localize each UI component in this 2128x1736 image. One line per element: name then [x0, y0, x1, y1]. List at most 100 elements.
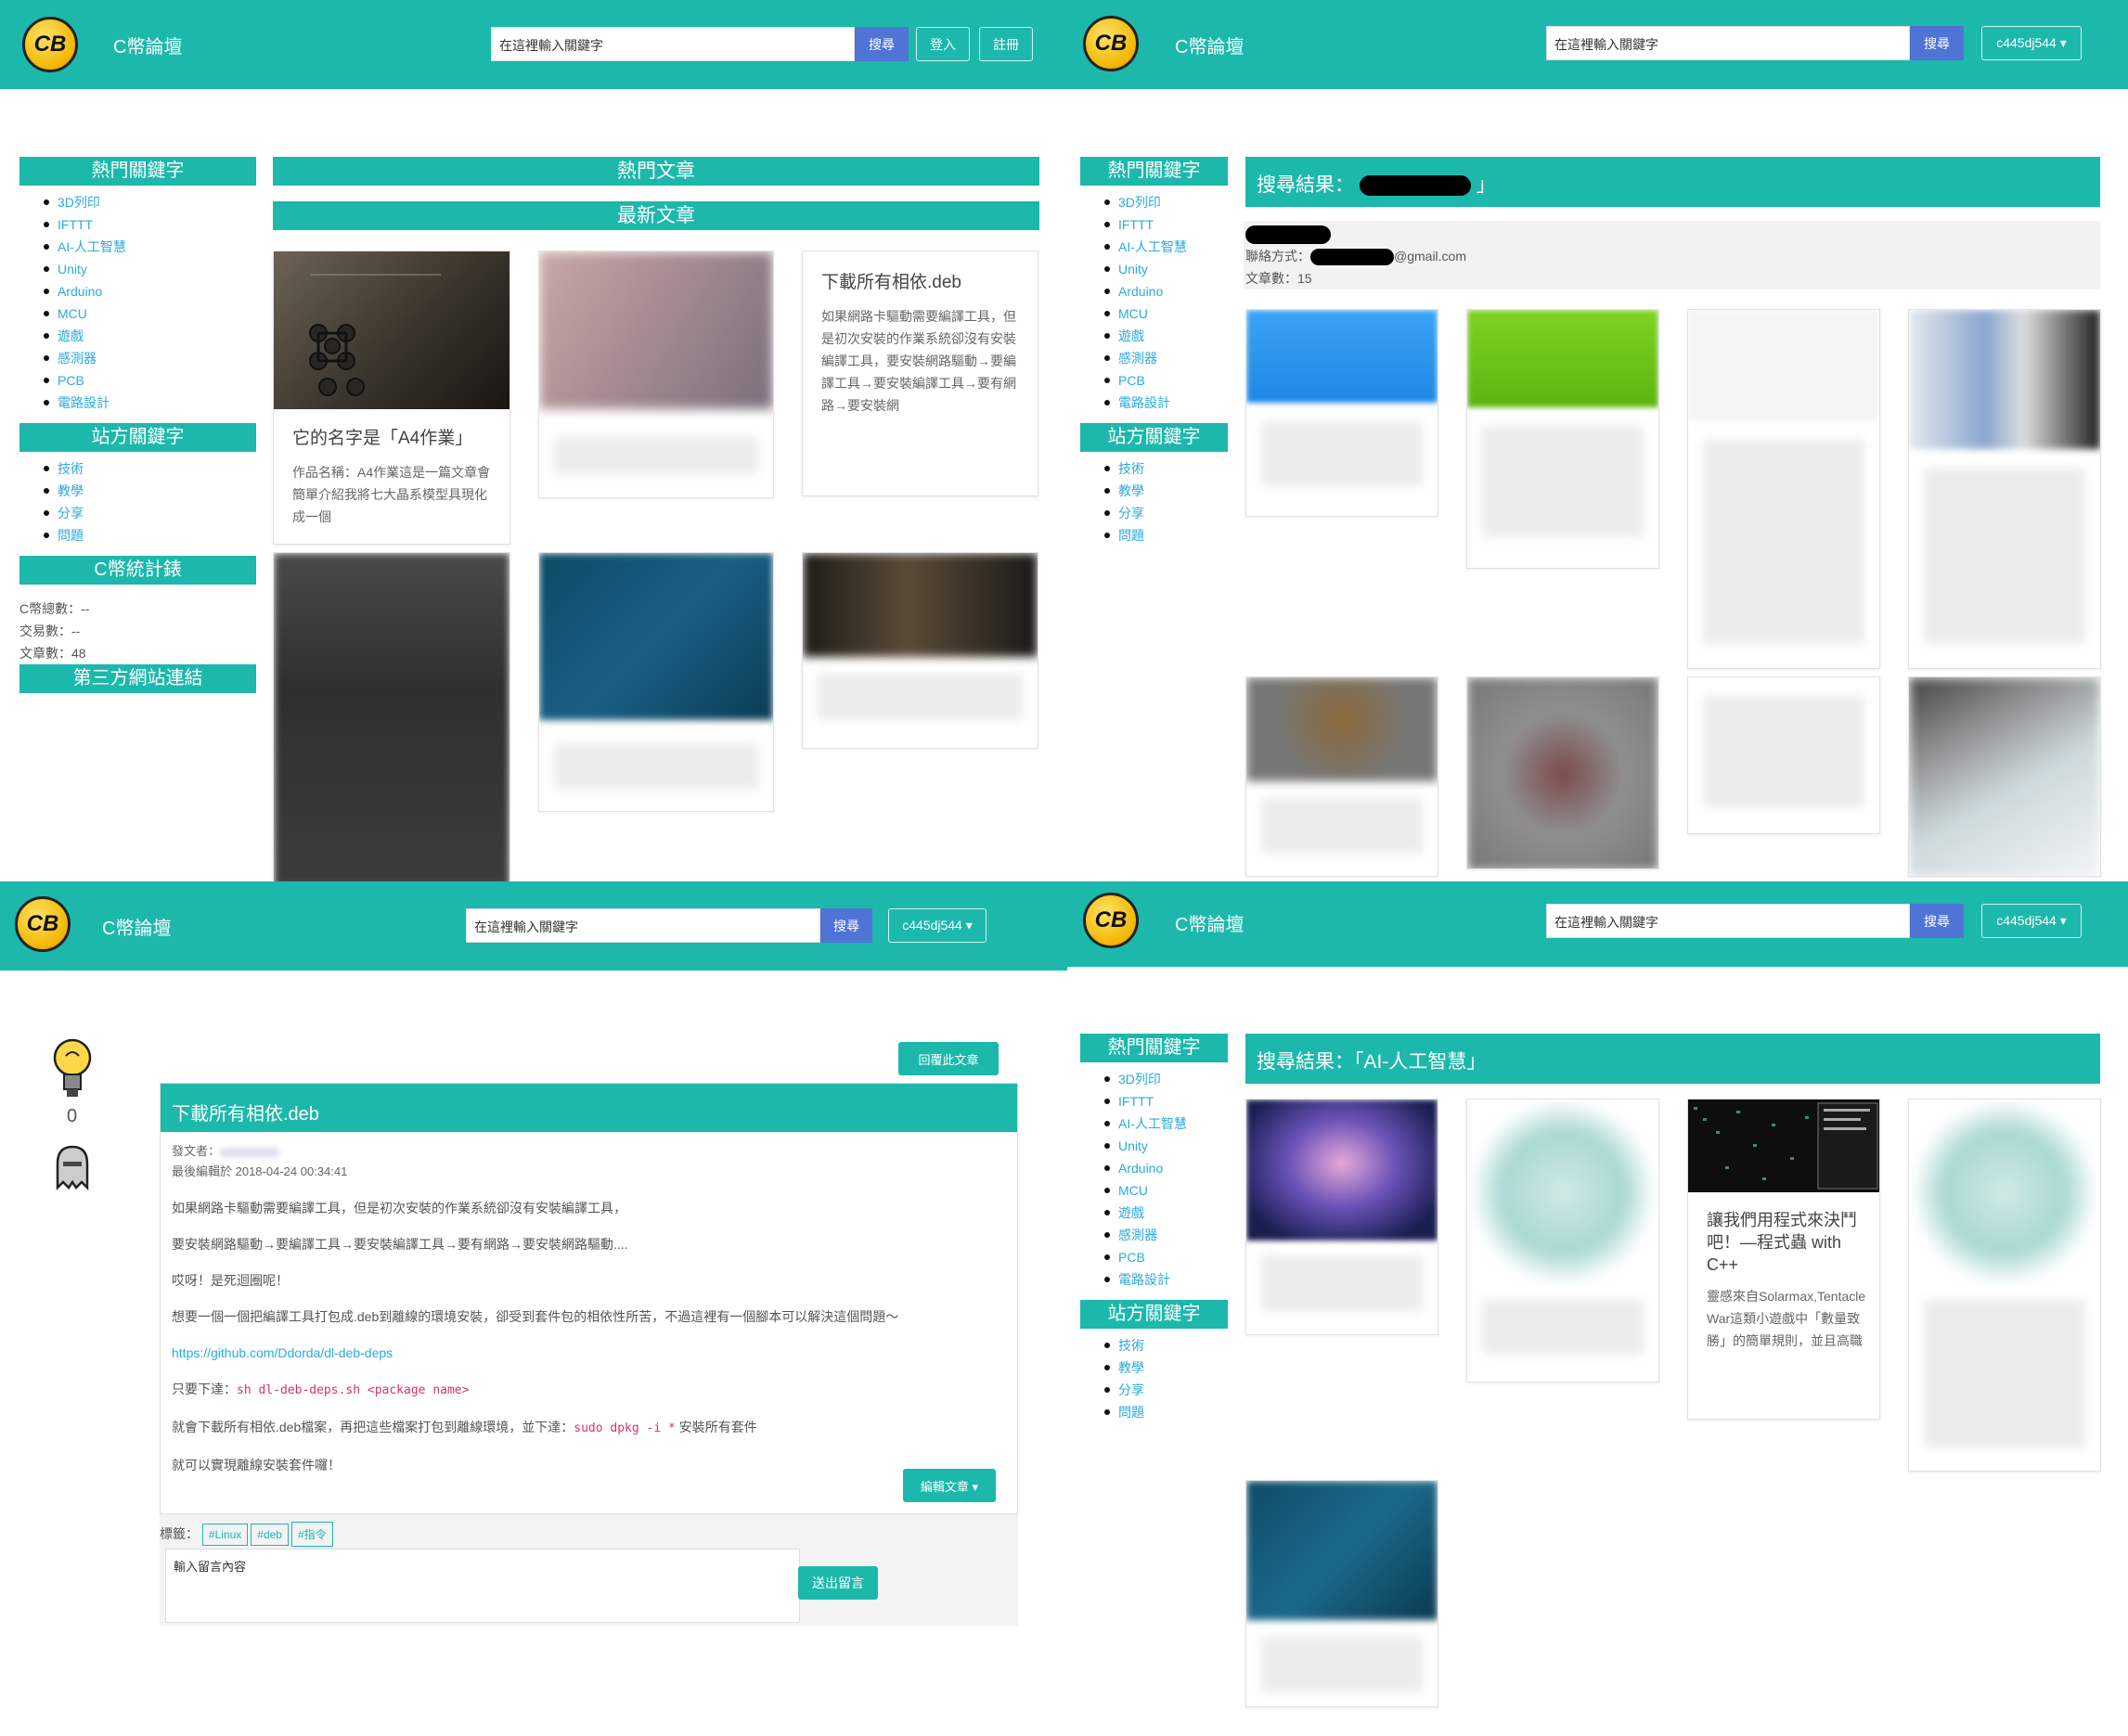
keyword-link[interactable]: PCB [1104, 1246, 1228, 1268]
keyword-link[interactable]: Unity [1104, 1135, 1228, 1157]
keyword-link[interactable]: MCU [1104, 1179, 1228, 1202]
article-card[interactable] [1245, 1480, 1438, 1707]
article-card[interactable] [1245, 676, 1438, 877]
keyword-link[interactable]: PCB [44, 369, 256, 392]
search-input[interactable]: 在這裡輸入關鍵字 [1546, 904, 1910, 938]
article-card[interactable] [1466, 676, 1659, 869]
keyword-link[interactable]: AI-人工智慧 [1104, 236, 1228, 258]
brand-name[interactable]: C幣論壇 [102, 913, 171, 940]
article-card[interactable] [1908, 309, 2101, 669]
keyword-link[interactable]: 3D列印 [1104, 191, 1228, 213]
keyword-link[interactable]: IFTTT [44, 213, 256, 236]
article-card[interactable] [1687, 676, 1880, 834]
search-input[interactable]: 在這裡輸入關鍵字 [1546, 26, 1910, 60]
article-card[interactable] [802, 552, 1038, 749]
article-card[interactable] [538, 552, 774, 812]
search-input[interactable]: 在這裡輸入關鍵字 [491, 27, 855, 61]
keyword-link[interactable]: IFTTT [1104, 1090, 1228, 1112]
keyword-link[interactable]: 感測器 [1104, 1224, 1228, 1246]
search-button[interactable]: 搜尋 [1910, 26, 1964, 60]
keyword-link[interactable]: MCU [44, 302, 256, 325]
keyword-link[interactable]: PCB [1104, 369, 1228, 392]
user-menu[interactable]: c445dj544 ▾ [1981, 26, 2082, 60]
hot-keywords-list: 3D列印 IFTTT AI-人工智慧 Unity Arduino MCU 遊戲 … [1080, 186, 1228, 419]
keyword-link[interactable]: IFTTT [1104, 213, 1228, 236]
site-keyword-link[interactable]: 分享 [1104, 502, 1228, 524]
card-excerpt [1261, 1255, 1423, 1311]
site-keyword-link[interactable]: 問題 [1104, 524, 1228, 547]
keyword-link[interactable]: 電路設計 [1104, 1268, 1228, 1291]
site-keyword-link[interactable]: 教學 [1104, 1357, 1228, 1379]
external-links-heading: 第三方網站連結 [19, 664, 256, 693]
article-card[interactable] [273, 552, 510, 881]
site-logo[interactable]: CB [1083, 893, 1139, 948]
brand-name[interactable]: C幣論壇 [1175, 32, 1244, 58]
send-comment-button[interactable]: 送出留言 [798, 1566, 878, 1600]
github-link[interactable]: https://github.com/Ddorda/dl-deb-deps [172, 1344, 1006, 1362]
tag-link[interactable]: #指令 [290, 1522, 333, 1547]
site-keyword-link[interactable]: 教學 [1104, 480, 1228, 502]
site-keyword-link[interactable]: 技術 [1104, 457, 1228, 480]
site-logo[interactable]: CB [15, 896, 71, 952]
article-card[interactable] [1908, 1099, 2101, 1472]
article-card[interactable]: 下載所有相依.deb 如果網路卡驅動需要編譯工具，但是初次安裝的作業系統卻沒有安… [802, 251, 1038, 496]
coin-total: C幣總數：-- [19, 601, 90, 616]
login-button[interactable]: 登入 [916, 27, 970, 61]
keyword-link[interactable]: 電路設計 [44, 392, 256, 414]
article-card[interactable] [1245, 309, 1438, 517]
keyword-link[interactable]: 遊戲 [1104, 325, 1228, 347]
site-keyword-link[interactable]: 問題 [44, 524, 256, 547]
edit-article-button[interactable]: 編輯文章 ▾ [903, 1469, 996, 1502]
search-result-heading: 搜尋結果： 」 [1245, 157, 2100, 207]
keyword-link[interactable]: 遊戲 [44, 325, 256, 347]
site-keyword-link[interactable]: 分享 [44, 502, 256, 524]
keyword-link[interactable]: Unity [1104, 258, 1228, 280]
email-domain: @gmail.com [1394, 249, 1467, 264]
tag-link[interactable]: #Linux [201, 1524, 249, 1546]
keyword-link[interactable]: 感測器 [44, 347, 256, 369]
site-keyword-link[interactable]: 技術 [1104, 1334, 1228, 1357]
keyword-link[interactable]: 感測器 [1104, 347, 1228, 369]
search-button[interactable]: 搜尋 [820, 908, 872, 943]
keyword-link[interactable]: 3D列印 [1104, 1068, 1228, 1090]
keyword-link[interactable]: MCU [1104, 302, 1228, 325]
keyword-link[interactable]: 電路設計 [1104, 392, 1228, 414]
keyword-link[interactable]: AI-人工智慧 [1104, 1112, 1228, 1135]
article-card[interactable] [1687, 309, 1880, 669]
search-input[interactable]: 在這裡輸入關鍵字 [466, 908, 820, 943]
lightbulb-vote-icon[interactable] [52, 1037, 93, 1102]
hot-keywords-list: 3D列印 IFTTT AI-人工智慧 Unity Arduino MCU 遊戲 … [19, 186, 256, 419]
article-card[interactable]: 讓我們用程式來決鬥吧！—程式蟲 with C++ 靈感來自Solarmax,Te… [1687, 1099, 1880, 1420]
article-card[interactable] [1466, 309, 1659, 569]
reply-article-button[interactable]: 回覆此文章 [898, 1042, 999, 1075]
user-menu[interactable]: c445dj544 ▾ [888, 908, 987, 943]
brand-name[interactable]: C幣論壇 [1175, 909, 1244, 936]
paragraph: 想要一個一個把編譯工具打包成.deb到離線的環境安裝，卻受到套件包的相依性所苦，… [172, 1309, 899, 1324]
keyword-link[interactable]: 3D列印 [44, 191, 256, 213]
site-logo[interactable]: CB [22, 17, 78, 72]
keyword-link[interactable]: AI-人工智慧 [44, 236, 256, 258]
site-keyword-link[interactable]: 技術 [44, 457, 256, 480]
keyword-link[interactable]: Arduino [1104, 280, 1228, 302]
tag-link[interactable]: #deb [251, 1524, 289, 1546]
site-logo[interactable]: CB [1083, 16, 1139, 71]
search-button[interactable]: 搜尋 [1910, 904, 1964, 938]
site-keyword-link[interactable]: 分享 [1104, 1379, 1228, 1401]
keyword-link[interactable]: 遊戲 [1104, 1202, 1228, 1224]
site-keyword-link[interactable]: 問題 [1104, 1401, 1228, 1423]
brand-name[interactable]: C幣論壇 [113, 32, 182, 58]
keyword-link[interactable]: Arduino [44, 280, 256, 302]
article-card[interactable]: 它的名字是「A4作業」 作品名稱：A4作業這是一篇文章會簡單介紹我將七大晶系模型… [273, 251, 510, 545]
keyword-link[interactable]: Arduino [1104, 1157, 1228, 1179]
article-card[interactable] [1466, 1099, 1659, 1382]
article-card[interactable] [1245, 1099, 1438, 1335]
comment-input[interactable]: 輸入留言內容 [165, 1549, 800, 1623]
register-button[interactable]: 註冊 [979, 27, 1033, 61]
ghost-downvote-icon[interactable] [50, 1143, 95, 1191]
search-button[interactable]: 搜尋 [855, 27, 909, 61]
site-keyword-link[interactable]: 教學 [44, 480, 256, 502]
article-card[interactable] [538, 251, 774, 498]
article-card[interactable] [1908, 676, 2101, 877]
user-menu[interactable]: c445dj544 ▾ [1981, 904, 2082, 938]
keyword-link[interactable]: Unity [44, 258, 256, 280]
